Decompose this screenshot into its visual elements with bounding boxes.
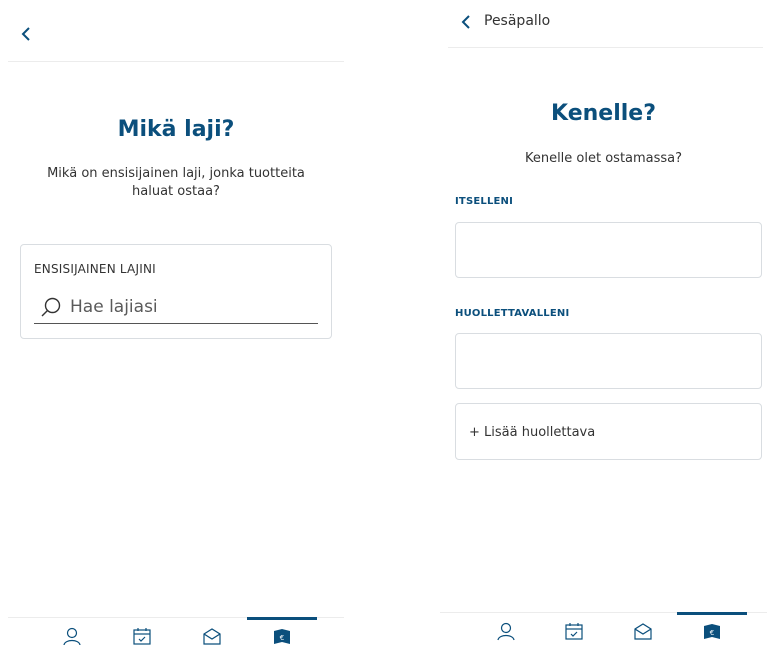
search-icon: [41, 297, 61, 316]
page-title: Kenelle?: [551, 101, 656, 126]
svg-text:€: €: [280, 634, 284, 642]
tab-messages[interactable]: [608, 613, 678, 645]
top-bar: [8, 0, 344, 62]
page-title: Mikä laji?: [117, 117, 235, 142]
back-button[interactable]: [16, 24, 36, 44]
tab-shop[interactable]: €: [247, 617, 317, 645]
tab-shop[interactable]: €: [677, 612, 747, 645]
tab-messages[interactable]: [177, 618, 247, 645]
screen-sport-selection: Mikä laji? Mikä on ensisijainen laji, jo…: [0, 0, 352, 645]
user-icon: [63, 627, 81, 645]
sport-search-input[interactable]: [70, 296, 270, 317]
chevron-left-icon: [21, 27, 30, 41]
page-subtitle: Kenelle olet ostamassa?: [524, 151, 683, 166]
screen-recipient-selection: Pesäpallo Kenelle? Kenelle olet ostamass…: [440, 0, 767, 645]
sport-field-label: ENSISIJAINEN LAJINI: [34, 262, 156, 276]
dependent-section-label: HUOLLETTAVALLENI: [455, 308, 570, 319]
mail-icon: [634, 623, 652, 640]
self-option-card[interactable]: [455, 222, 762, 278]
wallet-icon: €: [274, 629, 290, 644]
user-icon: [497, 622, 515, 641]
svg-text:€: €: [710, 629, 714, 637]
calendar-icon: [565, 623, 583, 640]
search-row[interactable]: [34, 290, 318, 324]
add-dependent-button[interactable]: + Lisää huollettava: [455, 403, 762, 460]
back-button[interactable]: [456, 12, 476, 32]
bottom-tab-bar: €: [8, 617, 344, 645]
wallet-icon: €: [704, 624, 720, 639]
tab-profile[interactable]: [37, 618, 107, 645]
header-title: Pesäpallo: [484, 13, 551, 29]
chevron-left-icon: [461, 15, 470, 29]
self-section-label: ITSELLENI: [455, 196, 514, 207]
mail-icon: [203, 628, 221, 645]
sport-search-card: ENSISIJAINEN LAJINI: [20, 244, 332, 339]
calendar-icon: [133, 628, 151, 645]
tab-profile[interactable]: [471, 613, 541, 645]
page-subtitle: Mikä on ensisijainen laji, jonka tuottei…: [47, 166, 305, 199]
dependent-option-card[interactable]: [455, 333, 762, 389]
tab-calendar[interactable]: [539, 613, 609, 645]
add-dependent-label: + Lisää huollettava: [469, 425, 596, 440]
tab-calendar[interactable]: [107, 618, 177, 645]
bottom-tab-bar: €: [440, 612, 767, 645]
